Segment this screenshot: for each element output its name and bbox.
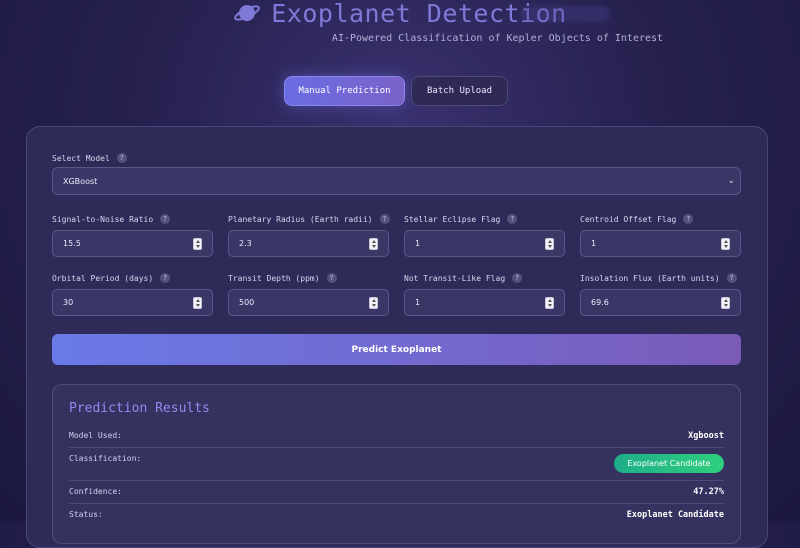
help-icon[interactable]: ?: [160, 273, 171, 283]
eclipse-flag-label: Stellar Eclipse Flag ?: [404, 214, 518, 224]
confidence-label: Confidence:: [69, 487, 122, 496]
stepper-icon[interactable]: [369, 297, 378, 309]
centroid-flag-label-text: Centroid Offset Flag: [580, 214, 677, 224]
planet-icon: [233, 1, 261, 31]
centroid-flag-input-value: 1: [591, 239, 597, 248]
stepper-icon[interactable]: [721, 297, 730, 309]
help-icon[interactable]: ?: [379, 214, 390, 224]
transit-flag-label: Not Transit-Like Flag ?: [404, 273, 523, 283]
eclipse-flag-input-value: 1: [415, 239, 421, 248]
radius-label-text: Planetary Radius (Earth radii): [228, 214, 373, 224]
help-icon[interactable]: ?: [683, 214, 694, 224]
eclipse-flag-input[interactable]: 1: [404, 230, 565, 257]
help-icon[interactable]: ?: [726, 273, 737, 283]
prediction-form-card: Select Model ? XGBoost ⌄ Signal-to-Noise…: [26, 126, 768, 548]
eclipse-flag-label-text: Stellar Eclipse Flag: [404, 214, 501, 224]
model-select-value: XGBoost: [63, 176, 98, 186]
model-used-label: Model Used:: [69, 431, 122, 440]
period-label: Orbital Period (days) ?: [52, 273, 171, 283]
stepper-icon[interactable]: [545, 297, 554, 309]
model-label-text: Select Model: [52, 153, 110, 163]
model-select[interactable]: XGBoost ⌄: [52, 167, 741, 195]
depth-input[interactable]: 500: [228, 289, 389, 316]
header: Exoplanet Detection AI-Powered Classific…: [0, 0, 800, 60]
stepper-icon[interactable]: [369, 238, 378, 250]
stepper-icon[interactable]: [721, 238, 730, 250]
model-label: Select Model ?: [52, 153, 127, 163]
tab-batch-upload[interactable]: Batch Upload: [411, 76, 508, 106]
page-subtitle: AI-Powered Classification of Kepler Obje…: [331, 33, 664, 44]
stepper-icon[interactable]: [193, 238, 202, 250]
depth-input-value: 500: [239, 298, 255, 307]
depth-label-text: Transit Depth (ppm): [228, 273, 320, 283]
radius-input[interactable]: 2.3: [228, 230, 389, 257]
model-used-value: Xgboost: [688, 431, 724, 441]
transit-flag-input-value: 1: [415, 298, 421, 307]
insolation-label: Insolation Flux (Earth units) ?: [580, 273, 737, 283]
help-icon[interactable]: ?: [512, 273, 523, 283]
radius-input-value: 2.3: [239, 239, 252, 248]
period-input[interactable]: 30: [52, 289, 213, 316]
transit-flag-input[interactable]: 1: [404, 289, 565, 316]
insolation-input[interactable]: 69.6: [580, 289, 741, 316]
period-input-value: 30: [63, 298, 74, 307]
transit-flag-label-text: Not Transit-Like Flag: [404, 273, 506, 283]
divider: [69, 503, 724, 504]
stepper-icon[interactable]: [545, 238, 554, 250]
confidence-value: 47.27%: [693, 487, 724, 497]
predict-button[interactable]: Predict Exoplanet: [52, 334, 741, 365]
classification-label: Classification:: [69, 454, 142, 463]
help-icon[interactable]: ?: [160, 214, 171, 224]
insolation-label-text: Insolation Flux (Earth units): [580, 273, 720, 283]
snr-label-text: Signal-to-Noise Ratio: [52, 214, 154, 224]
insolation-input-value: 69.6: [591, 298, 609, 307]
snr-label: Signal-to-Noise Ratio ?: [52, 214, 171, 224]
radius-label: Planetary Radius (Earth radii) ?: [228, 214, 390, 224]
centroid-flag-input[interactable]: 1: [580, 230, 741, 257]
divider: [69, 480, 724, 481]
help-icon[interactable]: ?: [326, 273, 337, 283]
divider: [69, 447, 724, 448]
tab-manual-prediction[interactable]: Manual Prediction: [284, 76, 405, 106]
snr-input[interactable]: 15.5: [52, 230, 213, 257]
help-icon[interactable]: ?: [507, 214, 518, 224]
help-icon[interactable]: ?: [116, 153, 127, 163]
mode-tabs: Manual Prediction Batch Upload: [284, 76, 508, 106]
centroid-flag-label: Centroid Offset Flag ?: [580, 214, 694, 224]
snr-input-value: 15.5: [63, 239, 81, 248]
status-value: Exoplanet Candidate: [626, 510, 724, 520]
prediction-results-panel: Prediction Results Model Used: Xgboost C…: [52, 384, 741, 544]
depth-label: Transit Depth (ppm) ?: [228, 273, 337, 283]
period-label-text: Orbital Period (days): [52, 273, 154, 283]
decorative-glow: [520, 6, 610, 22]
classification-badge: Exoplanet Candidate: [614, 454, 724, 473]
status-label: Status:: [69, 510, 103, 519]
stepper-icon[interactable]: [193, 297, 202, 309]
results-title: Prediction Results: [69, 401, 210, 416]
chevron-down-icon: ⌄: [727, 176, 735, 186]
page-title: Exoplanet Detection: [0, 0, 800, 31]
